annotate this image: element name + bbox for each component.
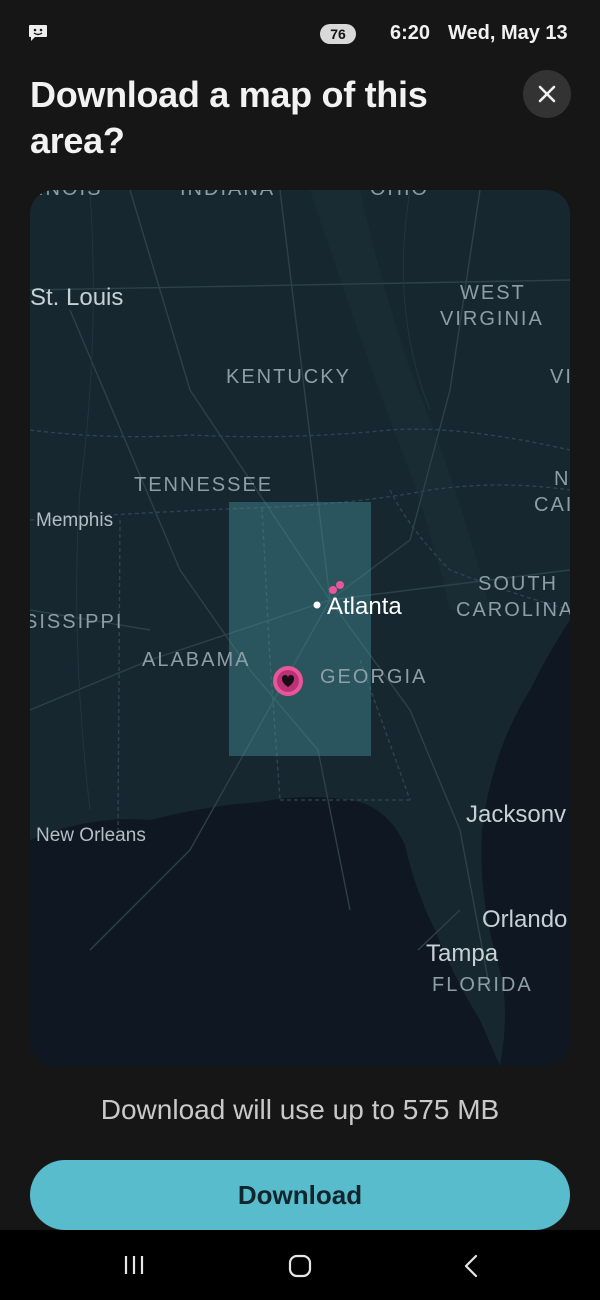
map-label-st-louis: St. Louis bbox=[30, 284, 124, 311]
map-label-west-virginia-1: WEST bbox=[460, 282, 526, 304]
map-label-mississippi: SISSIPPI bbox=[30, 611, 124, 633]
map-preview[interactable]: INOIS INDIANA OHIO St. Louis WEST VIRGIN… bbox=[30, 190, 570, 1066]
close-icon bbox=[538, 85, 556, 103]
download-button[interactable]: Download bbox=[30, 1160, 570, 1230]
home-button[interactable] bbox=[260, 1230, 340, 1300]
navigation-bar bbox=[0, 1230, 600, 1300]
map-label-virginia: VI bbox=[550, 366, 570, 388]
status-bar: 76 6:20 Wed, May 13 bbox=[0, 0, 600, 68]
map-label-new-orleans: New Orleans bbox=[36, 825, 146, 846]
status-time: 6:20 bbox=[390, 22, 431, 44]
recents-button[interactable] bbox=[94, 1230, 174, 1300]
map-label-kentucky: KENTUCKY bbox=[226, 366, 351, 388]
map-label-jacksonville: Jacksonv bbox=[466, 801, 567, 828]
atlanta-dot bbox=[313, 601, 321, 609]
battery-badge: 76 bbox=[320, 24, 356, 44]
map-label-tampa: Tampa bbox=[426, 940, 499, 967]
dialog-title: Download a map of this area? bbox=[30, 74, 428, 161]
map-label-north-carolina-2: CAI bbox=[534, 494, 570, 516]
map-label-north-carolina-1: N bbox=[554, 468, 570, 490]
location-marker-icon[interactable] bbox=[272, 665, 304, 697]
close-button[interactable] bbox=[523, 70, 571, 118]
map-label-orlando: Orlando bbox=[482, 906, 568, 933]
map-label-illinois: INOIS bbox=[38, 190, 102, 201]
map-label-alabama: ALABAMA bbox=[142, 649, 251, 671]
map-label-atlanta: Atlanta bbox=[327, 593, 402, 620]
back-icon bbox=[464, 1254, 478, 1278]
chat-smiley-icon bbox=[29, 25, 47, 41]
map-label-georgia: GEORGIA bbox=[320, 666, 428, 688]
home-icon bbox=[288, 1254, 312, 1278]
map-label-ohio: OHIO bbox=[370, 190, 429, 201]
map-label-indiana: INDIANA bbox=[180, 190, 275, 201]
back-button[interactable] bbox=[432, 1230, 512, 1300]
recents-icon bbox=[124, 1256, 144, 1274]
selected-area bbox=[229, 502, 371, 756]
map-label-memphis: Memphis bbox=[36, 510, 114, 531]
map-label-florida: FLORIDA bbox=[432, 974, 533, 996]
download-size-info: Download will use up to 575 MB bbox=[100, 1094, 500, 1125]
map-label-tennessee: TENNESSEE bbox=[134, 474, 274, 496]
status-date: Wed, May 13 bbox=[448, 22, 568, 44]
map-label-south-carolina-1: SOUTH bbox=[478, 573, 558, 595]
map-label-west-virginia-2: VIRGINIA bbox=[440, 308, 544, 330]
map-label-south-carolina-2: CAROLINA bbox=[456, 599, 570, 621]
